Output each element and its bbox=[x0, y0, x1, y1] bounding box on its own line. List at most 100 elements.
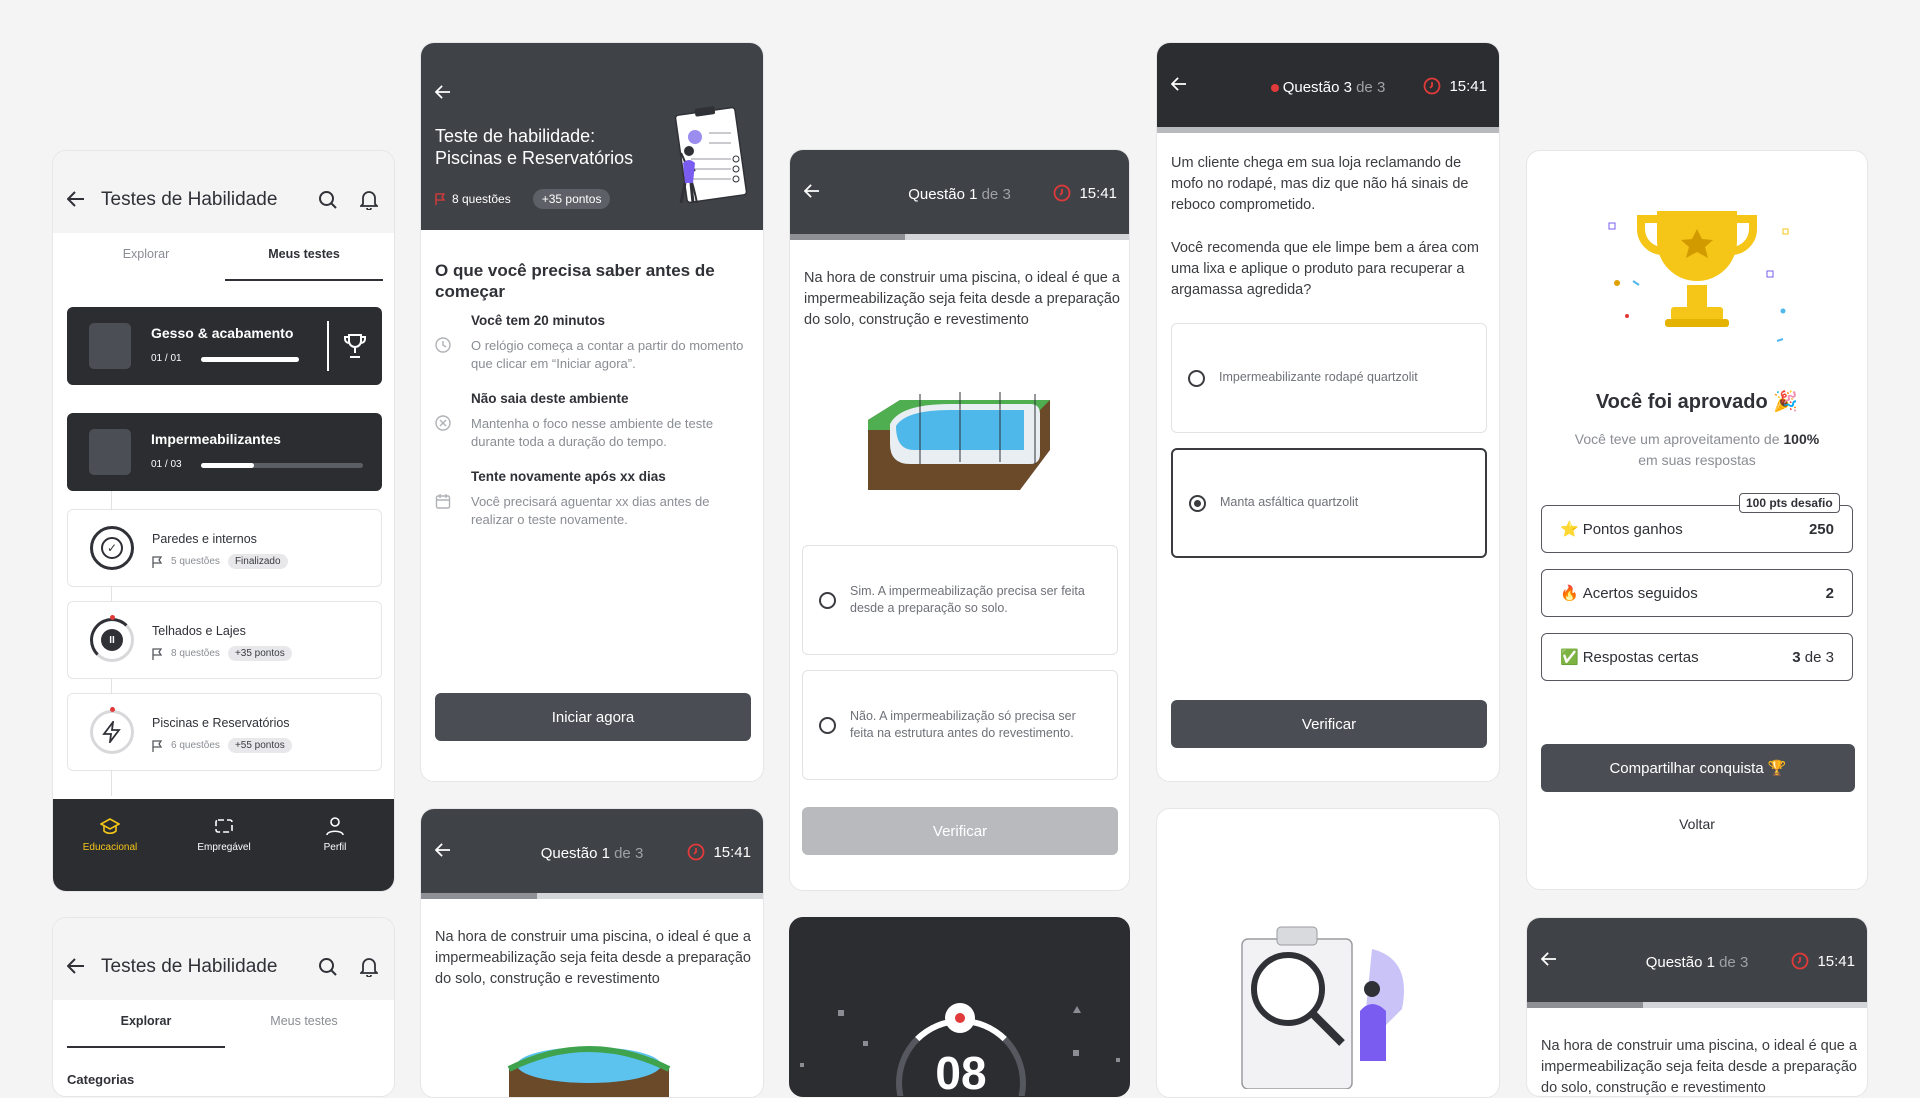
rule-title: Você tem 20 minutos bbox=[471, 313, 606, 328]
tab-explorar[interactable]: Explorar bbox=[67, 247, 225, 281]
result-screen: Você foi aprovado 🎉 Você teve um aprovei… bbox=[1526, 150, 1868, 890]
back-arrow-icon[interactable] bbox=[67, 958, 85, 974]
answer-option-selected[interactable]: Manta asfáltica quartzolit bbox=[1171, 448, 1487, 558]
intro-title-line1: Teste de habilidade: bbox=[435, 126, 596, 146]
question-total: de 3 bbox=[981, 186, 1011, 203]
sub-test-title: Telhados e Lajes bbox=[152, 624, 246, 638]
question-text: Na hora de construir uma piscina, o idea… bbox=[435, 929, 751, 987]
tab-meus-testes[interactable]: Meus testes bbox=[225, 1014, 383, 1048]
back-link[interactable]: Voltar bbox=[1527, 816, 1867, 832]
question1-screen: Questão 1 de 3 15:41 Na hora de construi… bbox=[789, 149, 1130, 891]
rule-title: Não saia deste ambiente bbox=[471, 391, 629, 406]
timer-value: 15:41 bbox=[1079, 184, 1117, 202]
radio-button[interactable] bbox=[819, 591, 836, 609]
answer-option[interactable]: Sim. A impermeabilização precisa ser fei… bbox=[802, 545, 1118, 655]
stat-label: Pontos ganhos bbox=[1582, 520, 1683, 538]
question-header: Questão 1 de 3 15:41 bbox=[790, 150, 1129, 234]
stat-value: 250 bbox=[1808, 520, 1834, 538]
test-count: 01 / 03 bbox=[151, 459, 182, 470]
question-number: Questão 1 bbox=[908, 186, 978, 203]
list-screen: Testes de Habilidade Explorar Meus teste… bbox=[52, 150, 395, 892]
magnifier-clipboard-illustration bbox=[1222, 919, 1442, 1090]
sub-test-piscinas[interactable]: Piscinas e Reservatórios 6 questões +55 … bbox=[67, 693, 382, 771]
stat-label: Acertos seguidos bbox=[1582, 584, 1698, 602]
stat-correct: ✅ Respostas certas 3 de 3 bbox=[1541, 633, 1853, 681]
sub-test-questions: 5 questões bbox=[171, 556, 220, 567]
answer-text: Não. A impermeabilização só precisa ser … bbox=[850, 708, 1076, 741]
question-total: de 3 bbox=[614, 845, 644, 862]
result-text-part2: em suas respostas bbox=[1638, 452, 1756, 468]
search-icon[interactable] bbox=[318, 190, 338, 210]
test-count: 01 / 01 bbox=[151, 353, 182, 364]
countdown-value: 08 bbox=[935, 1047, 987, 1097]
question1-screen-b: Questão 1 de 3 15:41 Na hora de construi… bbox=[420, 808, 764, 1098]
stat-value: 2 bbox=[1825, 584, 1834, 602]
test-card-impermeabilizantes[interactable]: Impermeabilizantes 01 / 03 bbox=[67, 413, 382, 491]
back-arrow-icon[interactable] bbox=[435, 85, 451, 99]
question-progress-fill bbox=[1527, 1002, 1643, 1008]
intro-heading: O que você precisa saber antes de começa… bbox=[435, 261, 715, 301]
id-card-icon bbox=[215, 819, 233, 833]
stat-value-sub: de 3 bbox=[1804, 648, 1834, 666]
trophy-icon: 🏆 bbox=[1767, 760, 1787, 777]
status-dot bbox=[110, 707, 115, 712]
answer-text: Manta asfáltica quartzolit bbox=[1220, 495, 1359, 510]
test-title: Gesso & acabamento bbox=[151, 325, 294, 341]
result-text-bold: 100% bbox=[1783, 431, 1820, 447]
verify-button[interactable]: Verificar bbox=[1171, 700, 1487, 748]
clipboard-illustration bbox=[661, 103, 751, 211]
test-progress-bar bbox=[201, 357, 299, 362]
tab-explorar[interactable]: Explorar bbox=[67, 1014, 225, 1048]
search-icon[interactable] bbox=[318, 957, 338, 977]
list-screen-explorar: Testes de Habilidade Explorar Meus teste… bbox=[52, 917, 395, 1097]
tab-meus-testes[interactable]: Meus testes bbox=[225, 247, 383, 281]
nav-empregavel[interactable]: Empregável bbox=[179, 817, 269, 853]
test-progress-fill bbox=[201, 357, 299, 362]
intro-questions: 8 questões bbox=[452, 192, 511, 206]
test-thumbnail bbox=[89, 323, 131, 369]
nav-label: Perfil bbox=[323, 842, 347, 853]
question-number: Questão 3 bbox=[1282, 79, 1352, 96]
radio-button-selected[interactable] bbox=[1189, 494, 1206, 512]
radio-button[interactable] bbox=[1188, 369, 1205, 387]
pool-illustration bbox=[860, 380, 1060, 500]
target-icon bbox=[1270, 84, 1279, 92]
x-circle-icon bbox=[435, 415, 451, 431]
nav-perfil[interactable]: Perfil bbox=[290, 817, 380, 853]
page-title: Testes de Habilidade bbox=[101, 956, 278, 977]
question-text: Você recomenda que ele limpe bem a área … bbox=[1171, 240, 1479, 298]
bell-icon[interactable] bbox=[360, 189, 378, 210]
sub-test-telhados[interactable]: II Telhados e Lajes 8 questões +35 ponto… bbox=[67, 601, 382, 679]
flag-icon bbox=[435, 193, 446, 205]
tab-explorar-label: Explorar bbox=[120, 1014, 172, 1028]
question-progress bbox=[421, 893, 763, 899]
sub-test-meta: 8 questões +35 pontos bbox=[152, 646, 292, 661]
radio-button[interactable] bbox=[819, 716, 836, 734]
challenge-badge: 100 pts desafio bbox=[1739, 493, 1840, 513]
tab-explorar-label: Explorar bbox=[122, 247, 170, 261]
flag-icon bbox=[152, 647, 163, 660]
test-card-gesso[interactable]: Gesso & acabamento 01 / 01 bbox=[67, 307, 382, 385]
share-button[interactable]: Compartilhar conquista 🏆 bbox=[1541, 744, 1855, 792]
back-arrow-icon[interactable] bbox=[67, 191, 85, 207]
tab-meus-testes-label: Meus testes bbox=[270, 1014, 338, 1028]
status-paused-icon: II bbox=[90, 618, 134, 662]
question-text: Na hora de construir uma piscina, o idea… bbox=[804, 270, 1120, 328]
answer-option[interactable]: Impermeabilizante rodapé quartzolit bbox=[1171, 323, 1487, 433]
sub-test-paredes[interactable]: ✓ Paredes e internos 5 questões Finaliza… bbox=[67, 509, 382, 587]
result-description: Você teve um aproveitamento de 100% em s… bbox=[1567, 429, 1827, 471]
points-badge: +55 pontos bbox=[227, 738, 292, 753]
timer: 15:41 bbox=[687, 843, 751, 861]
bell-icon[interactable] bbox=[360, 956, 378, 977]
user-icon bbox=[326, 817, 344, 836]
status-badge: Finalizado bbox=[227, 554, 288, 569]
nav-label: Educacional bbox=[82, 842, 138, 853]
start-button[interactable]: Iniciar agora bbox=[435, 693, 751, 741]
question-progress bbox=[1527, 1002, 1867, 1008]
question3-screen: Questão 3 de 3 15:41 Um cliente chega em… bbox=[1156, 42, 1500, 782]
verify-button[interactable]: Verificar bbox=[802, 807, 1118, 855]
answer-option[interactable]: Não. A impermeabilização só precisa ser … bbox=[802, 670, 1118, 780]
lightning-icon bbox=[102, 721, 121, 743]
nav-educacional[interactable]: Educacional bbox=[65, 817, 155, 853]
share-button-label: Compartilhar conquista bbox=[1609, 759, 1764, 777]
